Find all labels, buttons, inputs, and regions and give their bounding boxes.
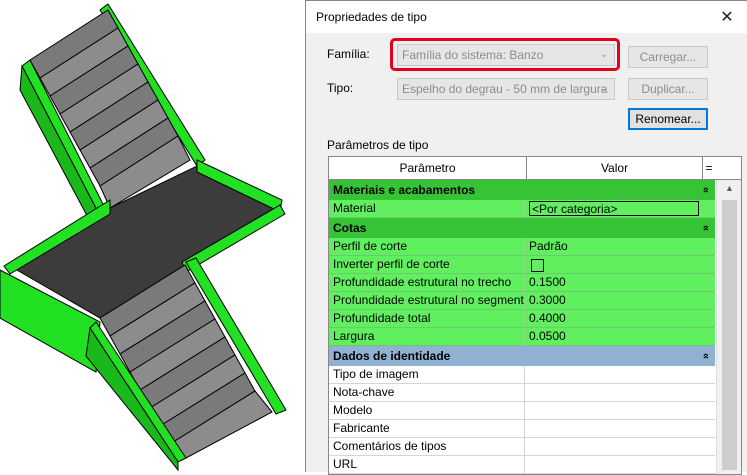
type-select-value: Espelho do degrau - 50 mm de largura	[402, 82, 608, 96]
family-select[interactable]: Família do sistema: Banzo ⌄	[397, 44, 615, 66]
invert-profile-checkbox[interactable]	[531, 259, 544, 272]
parameter-row[interactable]: Modelo	[329, 402, 715, 420]
parameter-row[interactable]: Inverter perfil de corte	[329, 256, 715, 274]
parameter-row[interactable]: Tipo de imagem	[329, 366, 715, 384]
stair-model	[0, 3, 287, 472]
type-parameters-grid: Parâmetro Valor = Materiais e acabamento…	[328, 156, 742, 475]
parameter-name: Perfil de corte	[329, 238, 525, 256]
section-title: Materiais e acabamentos	[333, 183, 476, 197]
parameter-value[interactable]: 0.0500	[526, 328, 704, 346]
parameter-row[interactable]: Comentários de tipos	[329, 438, 715, 456]
collapse-chevron-icon[interactable]: »	[696, 187, 716, 193]
parameter-name: Comentários de tipos	[329, 438, 525, 456]
parameter-name: Nota-chave	[329, 384, 525, 402]
parameter-value[interactable]: Padrão	[526, 238, 704, 256]
parameter-value[interactable]: 0.4000	[526, 310, 704, 328]
type-select[interactable]: Espelho do degrau - 50 mm de largura ⌄	[397, 78, 615, 100]
dialog-title: Propriedades de tipo	[316, 10, 427, 24]
close-icon[interactable]: ✕	[707, 1, 747, 33]
type-label: Tipo:	[327, 81, 354, 95]
scrollbar-thumb[interactable]	[722, 200, 737, 470]
parameter-value[interactable]: <Por categoria>	[526, 200, 704, 218]
parameter-name: Tipo de imagem	[329, 366, 525, 384]
parameter-row[interactable]: Fabricante	[329, 420, 715, 438]
scroll-up-icon[interactable]: ▲	[717, 180, 741, 197]
vertical-scrollbar[interactable]: ▲	[716, 180, 741, 474]
column-header-parameter[interactable]: Parâmetro	[329, 157, 527, 179]
section-header[interactable]: Dados de identidade »	[329, 346, 715, 366]
parameter-value[interactable]	[526, 384, 704, 402]
column-header-formula[interactable]: =	[703, 157, 715, 179]
parameter-name: Largura	[329, 328, 525, 346]
parameter-value[interactable]: 0.3000	[526, 292, 704, 310]
material-value-box[interactable]: <Por categoria>	[529, 201, 699, 216]
collapse-chevron-icon[interactable]: »	[696, 225, 716, 231]
parameter-value[interactable]	[526, 438, 704, 456]
parameter-value[interactable]	[526, 456, 704, 474]
parameter-value[interactable]: 0.1500	[526, 274, 704, 292]
type-properties-dialog: Propriedades de tipo ✕ Família: Família …	[305, 0, 747, 475]
load-button[interactable]: Carregar...	[628, 46, 708, 68]
chevron-down-icon: ⌄	[599, 49, 608, 60]
parameter-row[interactable]: Nota-chave	[329, 384, 715, 402]
grid-rows: Materiais e acabamentos » Material <Por cat…	[329, 180, 715, 474]
parameter-name: Material	[329, 200, 525, 218]
parameter-value[interactable]	[526, 256, 704, 274]
parameter-name: Inverter perfil de corte	[329, 256, 525, 274]
grid-header: Parâmetro Valor =	[329, 157, 741, 180]
parameter-row[interactable]: Profundidade total 0.4000	[329, 310, 715, 328]
chevron-down-icon: ⌄	[599, 83, 608, 94]
3d-viewport[interactable]	[0, 0, 305, 472]
rename-button[interactable]: Renomear...	[628, 108, 708, 130]
family-select-value: Família do sistema: Banzo	[402, 48, 544, 62]
family-label: Família:	[327, 47, 370, 61]
parameter-row[interactable]: Profundidade estrutural no trecho 0.1500	[329, 274, 715, 292]
parameter-name: Modelo	[329, 402, 525, 420]
duplicate-button[interactable]: Duplicar...	[628, 78, 708, 100]
parameter-row[interactable]: Profundidade estrutural no segment 0.3000	[329, 292, 715, 310]
parameter-value[interactable]	[526, 366, 704, 384]
parameter-name: Profundidade estrutural no trecho	[329, 274, 525, 292]
parameter-row[interactable]: Largura 0.0500	[329, 328, 715, 346]
parameter-value[interactable]	[526, 420, 704, 438]
collapse-chevron-icon[interactable]: »	[696, 353, 716, 359]
parameter-name: URL	[329, 456, 525, 474]
parameter-row[interactable]: Material <Por categoria>	[329, 200, 715, 218]
section-title: Dados de identidade	[333, 349, 451, 363]
section-title: Cotas	[333, 221, 367, 235]
parameter-name: Profundidade estrutural no segment	[329, 292, 525, 310]
title-bar: Propriedades de tipo ✕	[306, 1, 747, 33]
section-header[interactable]: Materiais e acabamentos »	[329, 180, 715, 200]
parameter-name: Profundidade total	[329, 310, 525, 328]
parameter-row[interactable]: URL	[329, 456, 715, 474]
parameter-row[interactable]: Perfil de corte Padrão	[329, 238, 715, 256]
parameter-value[interactable]	[526, 402, 704, 420]
parameter-name: Fabricante	[329, 420, 525, 438]
section-header[interactable]: Cotas »	[329, 218, 715, 238]
column-header-value[interactable]: Valor	[527, 157, 703, 179]
type-parameters-label: Parâmetros de tipo	[327, 138, 429, 152]
